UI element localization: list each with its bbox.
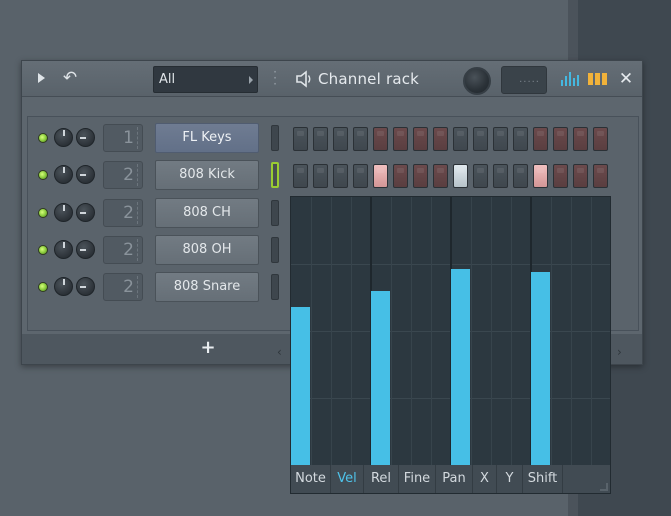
grid-column-line [491,197,492,465]
window-title: Channel rack [318,70,420,88]
step-button[interactable] [493,164,508,188]
step-button[interactable] [513,127,528,151]
graph-tab-y[interactable]: Y [497,465,523,493]
grid-column-line [551,197,552,465]
step-button[interactable] [553,127,568,151]
step-button[interactable] [373,127,388,151]
step-button[interactable] [593,127,608,151]
step-button[interactable] [293,164,308,188]
step-button[interactable] [293,127,308,151]
step-button[interactable] [453,164,468,188]
step-button[interactable] [493,127,508,151]
close-icon[interactable]: ✕ [618,69,634,89]
channel-name-button[interactable]: 808 Snare [155,272,259,302]
channel-filter-value: All [159,72,176,87]
grid-column-line [411,197,412,465]
channel-name-button[interactable]: 808 CH [155,198,259,228]
step-row [22,125,642,155]
grid-column-line [471,197,472,465]
channel-mute-led[interactable] [38,208,48,218]
channel-select-box[interactable] [271,237,279,263]
velocity-bar[interactable] [291,307,310,465]
grid-column-line [391,197,392,465]
velocity-bar[interactable] [531,272,550,465]
step-button[interactable] [413,164,428,188]
grid-column-line [431,197,432,465]
step-sequencer-icon[interactable] [588,73,608,85]
grid-column-line [311,197,312,465]
step-button[interactable] [533,164,548,188]
step-button[interactable] [353,164,368,188]
channel-mute-led[interactable] [38,245,48,255]
options-dots-icon[interactable]: · · · [273,66,277,90]
volume-knob[interactable] [54,240,73,259]
chevron-right-icon [249,76,253,84]
step-button[interactable] [313,127,328,151]
channel-select-box[interactable] [271,200,279,226]
step-button[interactable] [433,127,448,151]
scroll-left-icon[interactable]: ‹ [277,345,282,359]
graph-tab-rel[interactable]: Rel [364,465,399,493]
graph-tab-fine[interactable]: Fine [399,465,436,493]
swing-knob[interactable] [463,67,491,95]
step-button[interactable] [393,127,408,151]
step-button[interactable] [473,127,488,151]
step-button[interactable] [393,164,408,188]
grid-column-line [331,197,332,465]
scroll-right-icon[interactable]: › [617,345,622,359]
step-row [22,162,642,192]
step-button[interactable] [453,127,468,151]
step-button[interactable] [313,164,328,188]
grid-column-line [511,197,512,465]
step-button[interactable] [553,164,568,188]
pan-knob[interactable] [76,277,95,296]
volume-knob[interactable] [54,203,73,222]
graph-tab-x[interactable]: X [473,465,497,493]
velocity-bar[interactable] [371,291,390,465]
graph-editor-tabs: Note Vel Rel Fine Pan X Y Shift [291,465,610,493]
step-button[interactable] [413,127,428,151]
step-button[interactable] [373,164,388,188]
step-button[interactable] [433,164,448,188]
add-channel-button[interactable]: + [200,338,216,358]
step-button[interactable] [593,164,608,188]
grid-column-line [571,197,572,465]
channel-select-box[interactable] [271,274,279,300]
step-button[interactable] [573,164,588,188]
pan-knob[interactable] [76,203,95,222]
channel-filter-dropdown[interactable]: All [153,66,258,93]
mixer-track-selector[interactable]: 2 [103,236,143,264]
grid-column-line [351,197,352,465]
speaker-icon[interactable] [294,69,314,89]
mixer-track-selector[interactable]: 2 [103,199,143,227]
undo-icon[interactable]: ↶ [60,67,80,89]
graph-tab-note[interactable]: Note [291,465,331,493]
step-button[interactable] [533,127,548,151]
step-button[interactable] [333,127,348,151]
velocity-bar[interactable] [451,269,470,465]
channel-mute-led[interactable] [38,282,48,292]
graph-tab-pan[interactable]: Pan [436,465,473,493]
channel-name-button[interactable]: 808 OH [155,235,259,265]
graph-editor-icon[interactable] [560,72,580,86]
graph-tab-shift[interactable]: Shift [523,465,563,493]
play-icon[interactable] [38,73,45,83]
resize-handle[interactable] [600,483,608,491]
grid-column-line [591,197,592,465]
channel-rack-titlebar[interactable]: ↶ All · · · Channel rack ····· ✕ [22,61,642,97]
pan-knob[interactable] [76,240,95,259]
step-button[interactable] [333,164,348,188]
graph-editor[interactable]: Note Vel Rel Fine Pan X Y Shift [290,196,611,494]
step-button[interactable] [573,127,588,151]
mixer-track-selector[interactable]: 2 [103,273,143,301]
step-button[interactable] [353,127,368,151]
volume-knob[interactable] [54,277,73,296]
graph-tab-vel[interactable]: Vel [331,465,364,493]
step-button[interactable] [473,164,488,188]
step-button[interactable] [513,164,528,188]
swing-control[interactable]: ····· [501,66,547,94]
